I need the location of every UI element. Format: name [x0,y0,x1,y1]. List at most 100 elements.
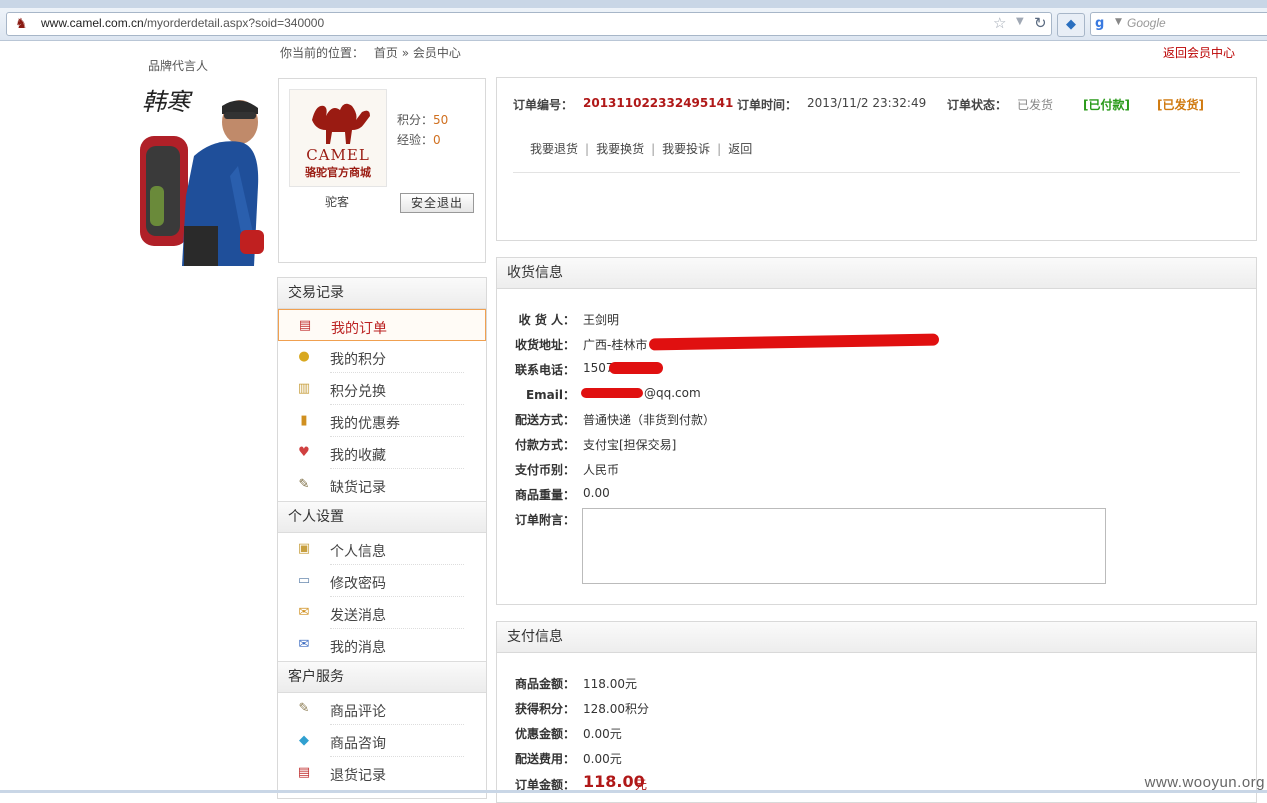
order-action-links: 我要退货 | 我要换货 | 我要投诉 | 返回 [530,142,753,156]
notepad-icon: ✎ [298,477,310,492]
back-link[interactable]: 返回 [728,142,752,156]
coupon-icon: ▮ [300,413,308,428]
order-status-value: 已发货 [1017,98,1054,112]
logo-brand: CAMEL [306,146,370,164]
menu-item-label: 退货记录 [330,768,386,784]
search-box[interactable]: g ▼ Google [1090,12,1267,36]
message-icon: ✉ [298,637,310,652]
menu-item-label: 缺货记录 [330,480,386,496]
ambassador-caption: 品牌代言人 [148,59,209,73]
menu-item-out-of-stock[interactable]: ✎ 缺货记录 [278,469,486,501]
breadcrumb-home-link[interactable]: 首页 [374,46,398,60]
send-message-icon: ✉ [298,605,310,620]
order-time-label: 订单时间： [737,98,798,112]
menu-section-transactions: 交易记录 [278,278,486,309]
order-number-label: 订单编号： [513,98,574,112]
address-bar[interactable]: ♞ www.camel.com.cn/myorderdetail.aspx?so… [6,12,1052,36]
breadcrumb-current: 会员中心 [412,46,461,60]
phone-redaction [609,362,663,374]
menu-item-my-coupons[interactable]: ▮ 我的优惠券 [278,405,486,437]
browser-toolbar: ♞ www.camel.com.cn/myorderdetail.aspx?so… [0,8,1267,41]
breadcrumb-separator: » [401,46,410,60]
menu-item-personal-info[interactable]: ▣ 个人信息 [278,533,486,565]
experience-label: 经验： [397,133,434,147]
shipping-info-panel: 收货信息 收 货 人： 王剑明 收货地址： 广西-桂林市 联系电话： 1507 Ema… [496,257,1257,605]
divider [513,172,1240,173]
menu-item-my-orders[interactable]: ▤ 我的订单 [278,309,486,341]
menu-item-label: 商品评论 [330,704,386,720]
favorite-icon: ♥ [298,445,310,460]
coins-icon: ● [298,349,310,364]
order-time-value: 2013/11/2 23:32:49 [807,96,927,110]
return-icon: ▤ [297,765,311,780]
bookmark-star-icon[interactable]: ☆ [993,14,1006,32]
signature-text: 韩寒 [142,88,193,116]
points-label: 积分： [397,113,434,127]
bookmarks-button[interactable]: ◆ [1057,13,1085,37]
ambassador-photo: 韩寒 [134,76,264,266]
chat-bubble-icon: ◆ [299,733,309,748]
experience-value: 0 [433,133,441,147]
file-complaint-link[interactable]: 我要投诉 [662,142,710,156]
order-summary-panel: 订单编号： 201311022332495141 订单时间： 2013/11/2… [496,77,1257,241]
breadcrumb: 你当前的位置： 首页 » 会员中心 [280,44,461,61]
request-exchange-link[interactable]: 我要换货 [596,142,644,156]
points-value: 50 [433,113,449,127]
breadcrumb-label: 你当前的位置： [280,46,365,60]
window-top-strip [0,0,1267,8]
payment-info-title: 支付信息 [497,622,1256,653]
order-remark-textarea[interactable] [582,508,1106,584]
menu-item-product-inquiry[interactable]: ◆ 商品咨询 [278,725,486,757]
user-info-box: CAMEL 骆驼官方商城 积分：50 经验：0 驼客 安全退出 [278,78,486,263]
menu-item-label: 我的消息 [330,640,386,656]
order-icon: ▤ [298,318,312,333]
logout-button[interactable]: 安全退出 [400,193,474,213]
experience-info: 经验：0 [397,131,441,148]
username: 驼客 [325,195,350,209]
reload-icon[interactable]: ↻ [1034,14,1047,32]
google-icon: g [1095,16,1105,31]
camel-logo-icon [312,103,370,144]
menu-item-label: 个人信息 [330,544,386,560]
logo-subtitle: 骆驼官方商城 [305,166,371,179]
paid-badge: [已付款] [1083,98,1130,112]
camel-favicon-icon: ♞ [15,16,28,32]
back-to-member-center-link[interactable]: 返回会员中心 [1163,44,1235,61]
url-text[interactable]: www.camel.com.cn/myorderdetail.aspx?soid… [41,16,324,30]
menu-item-points-exchange[interactable]: ▥ 积分兑换 [278,373,486,405]
order-status-label: 订单状态： [947,98,1008,112]
menu-item-change-password[interactable]: ▭ 修改密码 [278,565,486,597]
menu-item-label: 积分兑换 [330,384,386,400]
menu-item-my-points[interactable]: ● 我的积分 [278,341,486,373]
id-card-icon: ▣ [297,541,311,556]
order-number-value: 201311022332495141 [583,96,734,110]
menu-item-my-favorites[interactable]: ♥ 我的收藏 [278,437,486,469]
request-return-link[interactable]: 我要退货 [530,142,578,156]
shipping-info-title: 收货信息 [497,258,1256,289]
search-placeholder: Google [1127,16,1166,30]
menu-item-label: 商品咨询 [330,736,386,752]
keyboard-icon: ▭ [297,573,311,588]
exchange-icon: ▥ [297,381,311,396]
address-redaction [648,333,940,351]
email-redaction [581,388,643,398]
menu-item-product-reviews[interactable]: ✎ 商品评论 [278,693,486,725]
payment-info-panel: 支付信息 商品金额： 118.00元 获得积分： 128.00积分 优惠金额： 0.0… [496,621,1257,803]
history-dropdown-icon[interactable]: ▼ [1016,16,1024,27]
search-engine-dropdown-icon[interactable]: ▼ [1115,17,1122,27]
menu-item-label: 我的订单 [331,321,387,337]
menu-item-send-message[interactable]: ✉ 发送消息 [278,597,486,629]
menu-item-label: 我的优惠券 [330,416,400,432]
menu-item-label: 发送消息 [330,608,386,624]
comment-icon: ✎ [298,701,310,716]
menu-section-personal-settings: 个人设置 [278,501,486,533]
menu-item-label: 我的收藏 [330,448,386,464]
menu-item-label: 我的积分 [330,352,386,368]
menu-item-label: 修改密码 [330,576,386,592]
menu-section-customer-service: 客户服务 [278,661,486,693]
menu-item-my-messages[interactable]: ✉ 我的消息 [278,629,486,661]
side-menu: 交易记录 ▤ 我的订单 ● 我的积分 ▥ 积分兑换 ▮ 我的优惠券 ♥ 我的收藏 ✎ 缺货记… [277,277,487,799]
shipped-badge: [已发货] [1157,98,1204,112]
watermark: www.wooyun.org [1144,774,1265,791]
menu-item-return-records[interactable]: ▤ 退货记录 [278,757,486,789]
